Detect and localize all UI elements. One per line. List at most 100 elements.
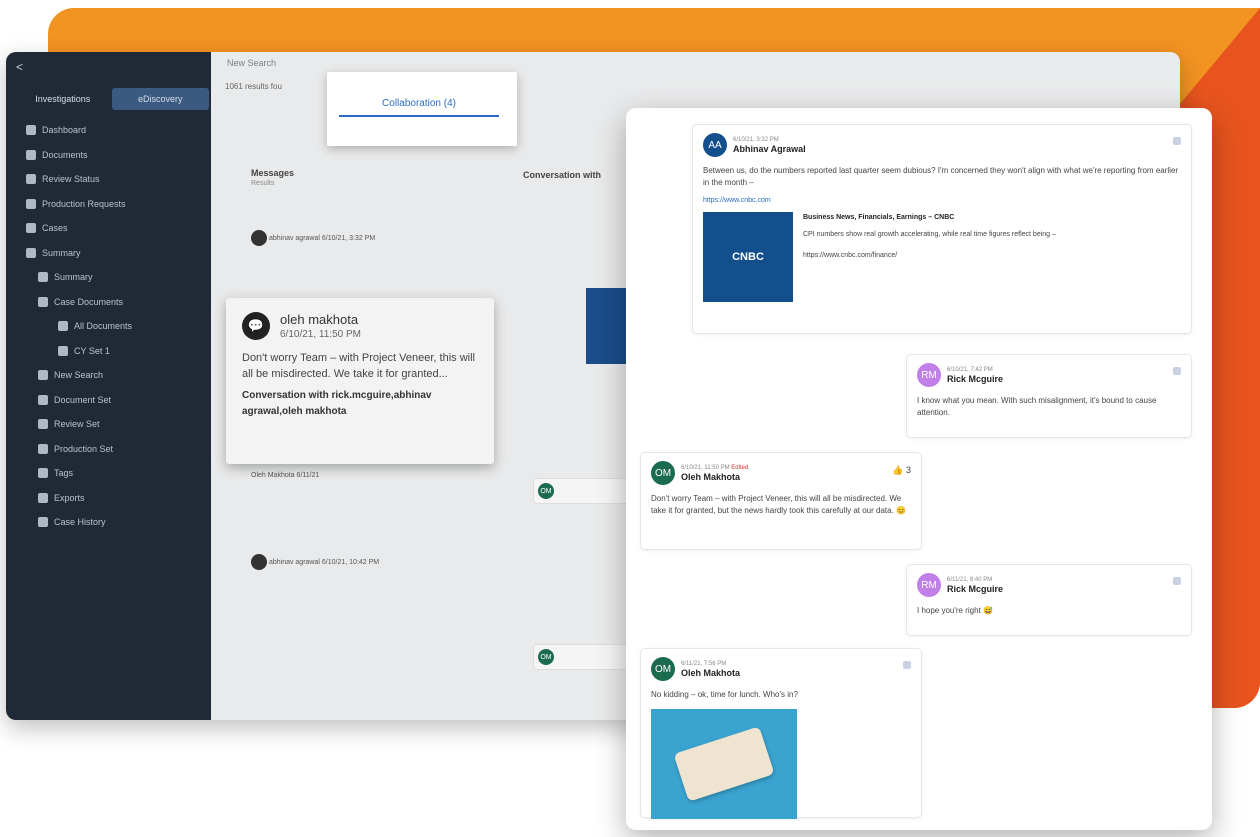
list-item-name: Oleh Makhota xyxy=(251,472,295,479)
sandwich-shape xyxy=(673,726,775,802)
chat-message[interactable]: AA 6/10/21, 3:32 PM Abhinav Agrawal Betw… xyxy=(692,124,1192,334)
cnbc-logo: CNBC xyxy=(703,212,793,302)
list-item-date: 6/11/21 xyxy=(296,472,320,479)
sidebar-item-case-history[interactable]: Case History xyxy=(26,510,132,535)
list-item[interactable]: abhinav agrawal 6/10/21, 10:42 PM xyxy=(251,554,491,570)
message-timestamp: 6/10/21, 7:42 PM xyxy=(947,366,993,373)
case-documents-icon xyxy=(38,296,48,307)
message-timestamp: 6/11/21, 8:40 PM xyxy=(947,576,993,583)
list-item-date: 6/10/21, 10:42 PM xyxy=(321,558,380,566)
message-sender: Rick Mcguire xyxy=(947,583,1004,594)
list-item-date: 6/10/21, 3:32 PM xyxy=(321,234,376,242)
document-set-icon xyxy=(38,394,48,405)
tab-collaboration[interactable]: Collaboration (4) xyxy=(339,98,499,117)
sidebar-item-label: Case Documents xyxy=(54,296,124,307)
tab-ediscovery[interactable]: eDiscovery xyxy=(111,88,209,110)
message-header: AA 6/10/21, 3:32 PM Abhinav Agrawal xyxy=(703,133,1181,157)
chat-message[interactable]: RM 6/10/21, 7:42 PM Rick Mcguire I know … xyxy=(906,354,1192,438)
sidebar-item-case-documents[interactable]: Case Documents xyxy=(26,290,132,315)
sidebar-item-new-search[interactable]: New Search xyxy=(26,363,132,388)
message-header: OM 6/11/21, 7:56 PM Oleh Makhota xyxy=(651,657,911,681)
list-item-name: abhinav agrawal xyxy=(268,558,320,566)
popup-header: 💬 oleh makhota 6/10/21, 11:50 PM xyxy=(242,312,478,340)
sidebar-item-review-status[interactable]: Review Status xyxy=(26,167,132,192)
avatar: OM xyxy=(538,483,554,499)
sidebar-item-tags[interactable]: Tags xyxy=(26,461,132,486)
tab-investigations[interactable]: Investigations xyxy=(14,88,112,110)
eye-icon xyxy=(58,321,68,332)
sidebar-item-cases[interactable]: Cases xyxy=(26,216,132,241)
collaboration-popup: Collaboration (4) xyxy=(327,72,517,146)
reply-icon[interactable] xyxy=(1173,367,1181,375)
sidebar-item-label: Production Requests xyxy=(42,198,126,209)
history-icon xyxy=(38,517,48,528)
sidebar-tabs: Investigations eDiscovery xyxy=(14,88,209,110)
back-icon[interactable]: < xyxy=(16,60,23,74)
sidebar-item-production-set[interactable]: Production Set xyxy=(26,437,132,462)
sandwich-image[interactable] xyxy=(651,709,797,819)
message-link[interactable]: https://www.cnbc.com xyxy=(703,197,1181,204)
sidebar-item-label: Case History xyxy=(54,517,106,528)
export-icon xyxy=(38,492,48,503)
production-icon xyxy=(26,198,36,209)
chat-bubble-icon xyxy=(251,230,267,246)
sidebar-item-all-documents[interactable]: All Documents xyxy=(26,314,132,339)
list-item[interactable]: abhinav agrawal 6/10/21, 3:32 PM xyxy=(251,230,491,246)
sidebar-item-documents[interactable]: Documents xyxy=(26,143,132,168)
sidebar-item-summary[interactable]: Summary xyxy=(26,265,132,290)
message-meta: 6/11/21, 8:40 PM Rick Mcguire xyxy=(947,577,1003,594)
list-item-name: abhinav agrawal xyxy=(268,234,320,242)
sidebar-item-label: Document Set xyxy=(54,394,112,405)
sidebar: < Investigations eDiscovery Dashboard Do… xyxy=(6,52,211,720)
popup-conversation: Conversation with rick.mcguire,abhinav a… xyxy=(242,390,432,417)
thumbs-up-reaction[interactable]: 👍 3 xyxy=(892,465,911,476)
production-set-icon xyxy=(38,443,48,454)
link-preview-card[interactable]: CNBC Business News, Financials, Earnings… xyxy=(703,212,1181,302)
chat-message[interactable]: OM 6/11/21, 7:56 PM Oleh Makhota No kidd… xyxy=(640,648,922,819)
message-header: RM 6/10/21, 7:42 PM Rick Mcguire xyxy=(917,363,1181,387)
messages-sub: Results xyxy=(251,180,275,187)
message-meta: 6/11/21, 7:56 PM Oleh Makhota xyxy=(681,661,740,678)
documents-icon xyxy=(26,149,36,160)
summary-icon xyxy=(38,272,48,283)
message-text: I know what you mean. With such misalign… xyxy=(917,396,1157,417)
message-meta: 6/10/21, 3:32 PM Abhinav Agrawal xyxy=(733,137,806,154)
tag-icon xyxy=(38,468,48,479)
message-sender: Oleh Makhota xyxy=(681,471,741,482)
chat-message[interactable]: RM 6/11/21, 8:40 PM Rick Mcguire I hope … xyxy=(906,564,1192,636)
reply-icon[interactable] xyxy=(1173,137,1181,145)
breadcrumb[interactable]: New Search xyxy=(227,58,276,68)
sidebar-item-label: CY Set 1 xyxy=(74,345,110,356)
review-icon xyxy=(26,174,36,185)
cases-icon xyxy=(26,223,36,234)
message-header: OM 6/10/21, 11:50 PM Edited Oleh Makhota xyxy=(651,461,911,485)
sidebar-item-document-set[interactable]: Document Set xyxy=(26,388,132,413)
sidebar-item-dashboard[interactable]: Dashboard xyxy=(26,118,132,143)
chat-message[interactable]: OM 6/10/21, 11:50 PM Edited Oleh Makhota… xyxy=(640,452,922,550)
avatar: OM xyxy=(651,461,675,485)
avatar: OM xyxy=(538,649,554,665)
sidebar-item-label: Summary xyxy=(54,272,93,283)
sidebar-item-production-requests[interactable]: Production Requests xyxy=(26,192,132,217)
reply-icon[interactable] xyxy=(1173,577,1181,585)
reply-icon[interactable] xyxy=(903,661,911,669)
list-item[interactable]: Oleh Makhota 6/11/21 xyxy=(251,472,491,479)
sidebar-item-summary-root[interactable]: Summary xyxy=(26,241,132,266)
message-timestamp: 6/11/21, 7:56 PM xyxy=(681,660,727,667)
avatar: RM xyxy=(917,573,941,597)
sidebar-item-label: Summary xyxy=(42,247,81,258)
messages-column: Messages Results xyxy=(251,168,491,187)
popup-date: 6/10/21, 11:50 PM xyxy=(280,329,361,340)
message-sender: Abhinav Agrawal xyxy=(733,143,806,154)
sidebar-item-cy-set[interactable]: CY Set 1 xyxy=(26,339,132,364)
edited-badge: Edited xyxy=(731,464,749,471)
sidebar-item-label: Review Status xyxy=(42,174,100,185)
message-meta: 6/10/21, 7:42 PM Rick Mcguire xyxy=(947,367,1003,384)
sidebar-item-exports[interactable]: Exports xyxy=(26,486,132,511)
popup-sender-name: oleh makhota xyxy=(280,312,359,327)
sidebar-item-review-set[interactable]: Review Set xyxy=(26,412,132,437)
avatar: AA xyxy=(703,133,727,157)
message-header: RM 6/11/21, 8:40 PM Rick Mcguire xyxy=(917,573,1181,597)
link-preview-url[interactable]: https://www.cnbc.com/finance/ xyxy=(803,250,1056,261)
link-preview-title: Business News, Financials, Earnings – CN… xyxy=(803,214,955,221)
